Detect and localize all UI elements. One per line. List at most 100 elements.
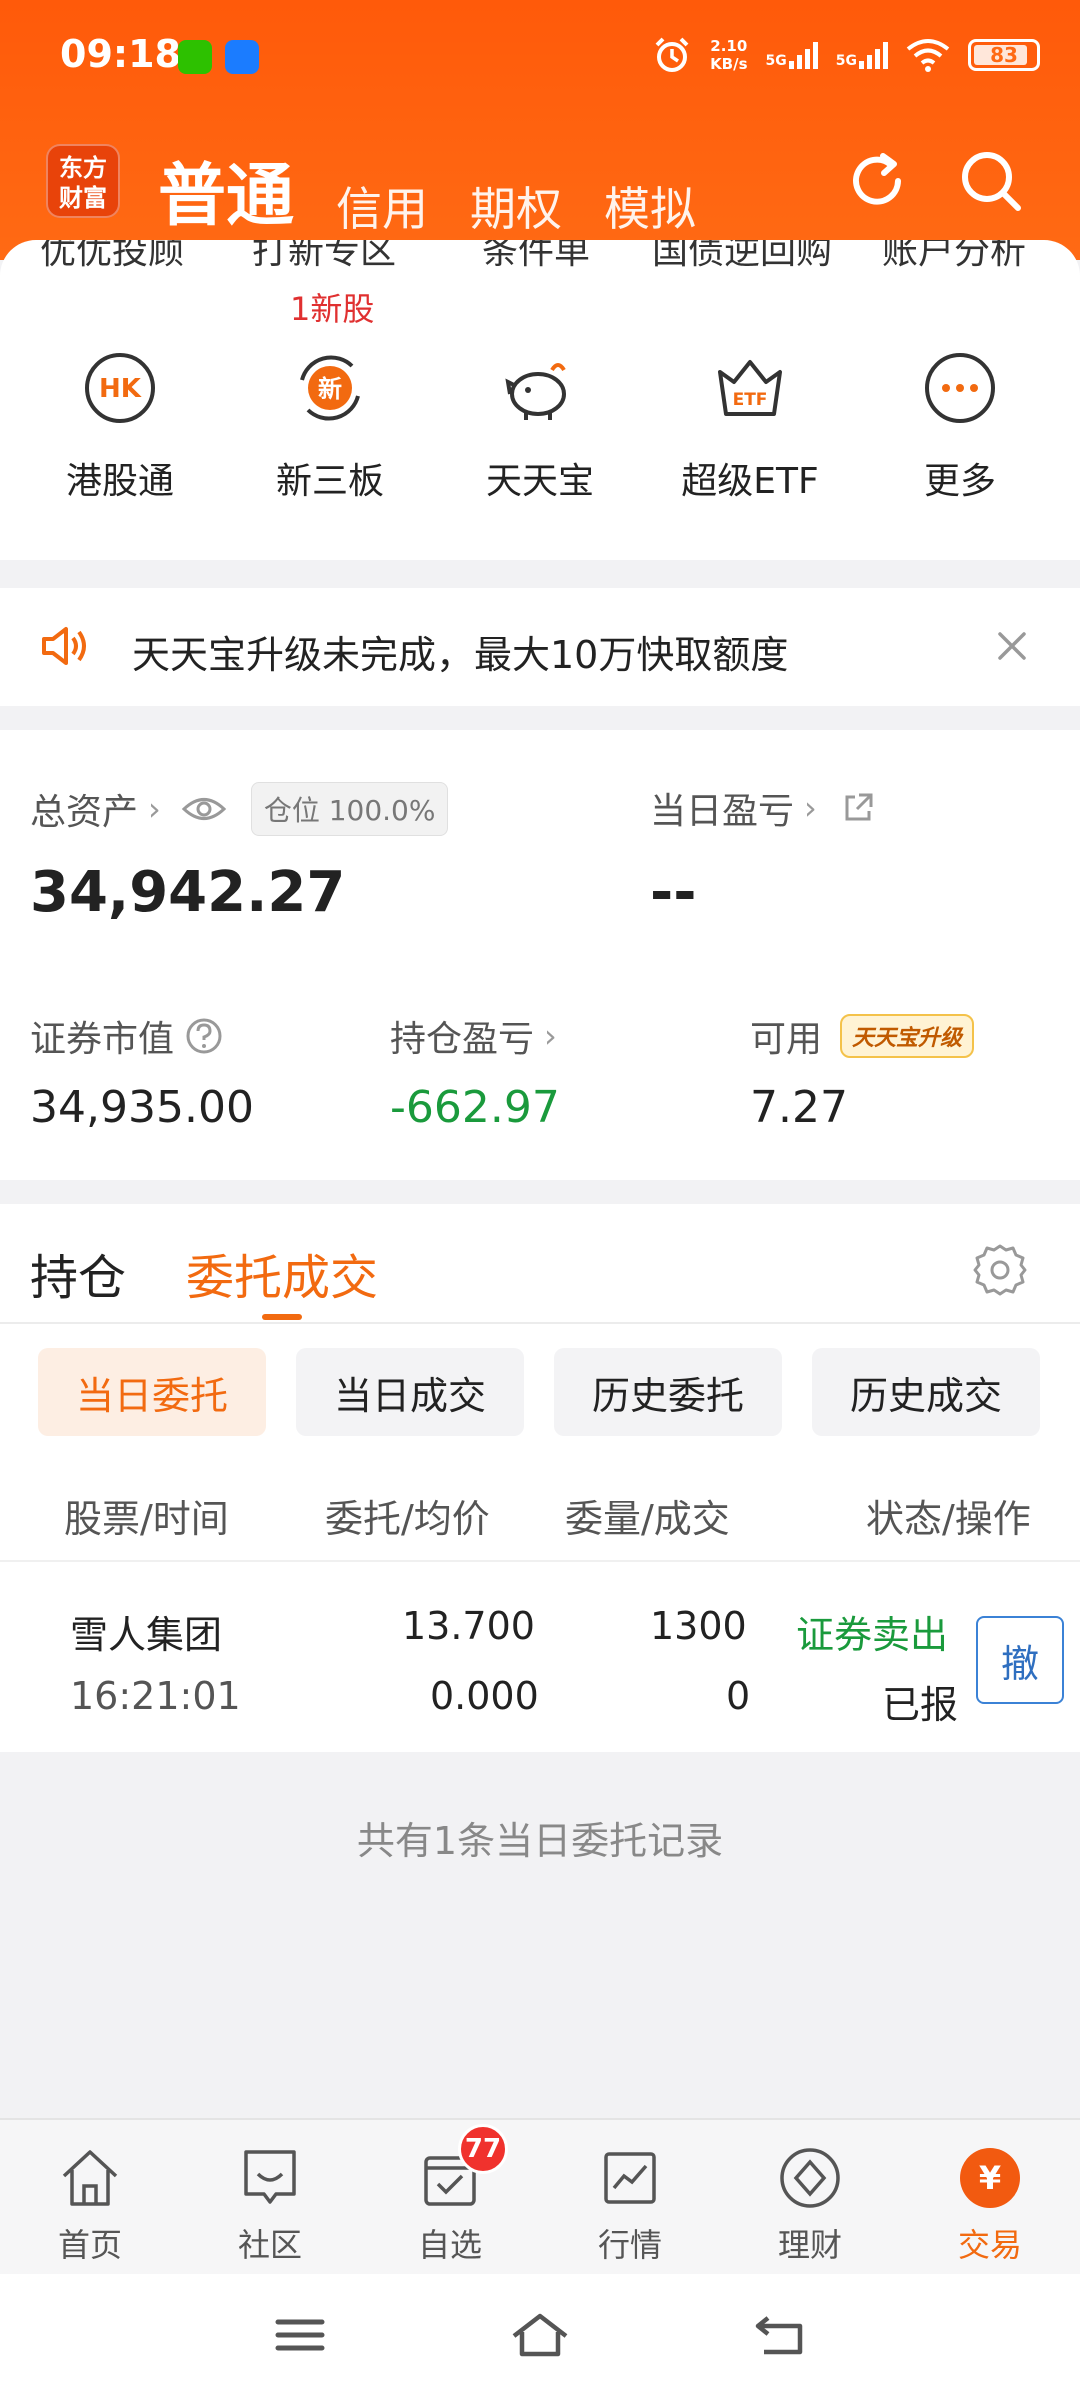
status-bar: 09:18 2.10 KB/s 5G 5G 83 (0, 0, 1080, 110)
refresh-icon[interactable] (842, 146, 912, 216)
new-stock-tag: 1新股 (290, 290, 375, 328)
new-board-icon-text: 新 (318, 375, 342, 403)
tab-positions[interactable]: 持仓 (30, 1238, 126, 1308)
order-status: 已报 (882, 1683, 959, 1727)
signal-5g-2: 5G (836, 41, 888, 69)
quick-item-ipo-zone[interactable]: 打新专区 (252, 240, 396, 274)
chevron-right-icon: › (804, 789, 817, 827)
shortcut-super-etf[interactable]: ETF 超级ETF (645, 350, 855, 504)
bottom-tab-market[interactable]: 行情 (540, 2120, 720, 2274)
subtab-history-orders[interactable]: 历史委托 (554, 1348, 782, 1436)
tiantianbao-upgrade-badge[interactable]: 天天宝升级 (840, 1014, 975, 1058)
shortcut-hk-connect[interactable]: HK 港股通 (15, 350, 225, 504)
order-quantity: 1300 (650, 1604, 747, 1648)
tab-orders-trades[interactable]: 委托成交 (186, 1238, 378, 1308)
status-time: 09:18 (60, 32, 181, 76)
bottom-tab-wealth[interactable]: 理财 (720, 2120, 900, 2274)
back-icon[interactable] (750, 2310, 810, 2360)
subtab-history-trades[interactable]: 历史成交 (812, 1348, 1040, 1436)
daily-pnl-label: 当日盈亏 (650, 791, 795, 832)
position-ratio-badge: 仓位 100.0% (250, 782, 449, 836)
shortcut-new-third-board[interactable]: 新 新三板 (225, 350, 435, 504)
help-icon[interactable] (184, 1016, 224, 1056)
orders-summary-text: 共有1条当日委托记录 (356, 1819, 724, 1863)
order-subtabs: 当日委托 当日成交 历史委托 历史成交 (38, 1348, 1040, 1436)
bottom-tab-home[interactable]: 首页 (0, 2120, 180, 2274)
tab-normal[interactable]: 普通 (158, 140, 294, 239)
daily-pnl-label-row[interactable]: 当日盈亏 › (650, 782, 875, 834)
signal-5g-1: 5G (766, 41, 818, 69)
hk-icon-text: HK (99, 374, 142, 404)
logo-text-line2: 财富 (59, 184, 107, 212)
available-label: 可用 (750, 1019, 823, 1060)
bottom-tab-watchlist[interactable]: 77 自选 (360, 2120, 540, 2274)
quick-item-reverse-repo[interactable]: 国债逆回购 (652, 240, 832, 274)
available-cash-stat: 可用 天天宝升级 7.27 (750, 1010, 975, 1133)
subtab-today-trades[interactable]: 当日成交 (296, 1348, 524, 1436)
quick-item-advisor[interactable]: 优优投顾 (40, 240, 184, 274)
holding-pnl-value: -662.97 (390, 1082, 560, 1133)
upgrade-notice-banner[interactable]: 天天宝升级未完成，最大10万快取额度 (0, 588, 1080, 706)
column-header-stock-time: 股票/时间 (64, 1497, 229, 1541)
new-board-icon: 新 (300, 355, 360, 421)
logo-text-line1: 东方 (59, 154, 107, 182)
market-value-stat: 证券市值 34,935.00 (30, 1010, 254, 1133)
column-header-quantity: 委量/成交 (565, 1497, 730, 1541)
trade-icon: ¥ (960, 2148, 1020, 2208)
tab-options[interactable]: 期权 (470, 173, 562, 239)
bottom-tab-label: 行情 (597, 2226, 662, 2264)
eye-icon[interactable] (181, 794, 227, 824)
position-order-tabs: 持仓 委托成交 (0, 1204, 1080, 1324)
alarm-icon (655, 37, 689, 72)
holding-pnl-stat[interactable]: 持仓盈亏 › -662.97 (390, 1010, 560, 1133)
tab-credit[interactable]: 信用 (336, 173, 428, 239)
market-value-label: 证券市值 (30, 1019, 175, 1060)
search-icon[interactable] (956, 146, 1026, 216)
notice-text: 天天宝升级未完成，最大10万快取额度 (132, 633, 789, 677)
watchlist-count-badge: 77 (458, 2124, 508, 2174)
close-icon[interactable] (992, 626, 1032, 666)
tab-simulation[interactable]: 模拟 (604, 173, 696, 239)
bottom-tab-label: 理财 (777, 2226, 842, 2264)
quick-item-conditional-order[interactable]: 条件单 (482, 240, 590, 274)
quick-item-account-analysis[interactable]: 账户分析 (882, 240, 1026, 274)
account-type-nav: 东方 财富 普通 信用 期权 模拟 (0, 120, 1080, 236)
shortcut-label: 新三板 (275, 461, 384, 502)
cancel-order-button[interactable]: 撤 (976, 1616, 1064, 1704)
gear-icon[interactable] (970, 1240, 1030, 1300)
share-external-icon[interactable] (841, 791, 875, 825)
more-icon (925, 353, 995, 423)
shortcut-tiantianbao[interactable]: 天天宝 (435, 350, 645, 504)
menu-icon[interactable] (270, 2310, 330, 2360)
bottom-tab-label: 自选 (417, 2226, 482, 2264)
subtab-today-orders[interactable]: 当日委托 (38, 1348, 266, 1436)
order-price: 13.700 (402, 1604, 535, 1648)
table-row[interactable]: 雪人集团 16:21:01 13.700 0.000 1300 0 证券卖出 已… (0, 1564, 1080, 1750)
network-speed: 2.10 KB/s (710, 37, 747, 73)
bottom-tab-label: 首页 (57, 2226, 122, 2264)
shortcut-more[interactable]: 更多 (855, 350, 1065, 504)
shortcut-label: 更多 (923, 461, 996, 502)
market-value: 34,935.00 (30, 1082, 254, 1133)
signal-bars-icon (859, 41, 888, 69)
bottom-tab-trade[interactable]: ¥ 交易 (900, 2120, 1080, 2274)
market-chart-icon (604, 2152, 656, 2204)
etf-crown-icon: ETF (718, 360, 782, 416)
bottom-tab-label: 交易 (957, 2226, 1022, 2264)
column-header-status: 状态/操作 (866, 1497, 1031, 1541)
signal-label-1: 5G (765, 53, 787, 69)
orders-table-header: 股票/时间 委托/均价 委量/成交 状态/操作 (0, 1466, 1080, 1562)
available-value: 7.27 (750, 1082, 848, 1133)
home-icon (62, 2150, 118, 2206)
holding-pnl-label: 持仓盈亏 (390, 1019, 535, 1060)
trade-icon-text: ¥ (979, 2159, 1001, 2197)
total-assets-label-row[interactable]: 总资产 › 仓位 100.0% (30, 782, 449, 836)
app-logo[interactable]: 东方 财富 (46, 144, 120, 218)
community-icon (244, 2150, 296, 2204)
home-button-icon[interactable] (510, 2310, 570, 2360)
signal-label-2: 5G (835, 53, 857, 69)
battery-level: 83 (990, 43, 1018, 67)
bottom-tab-community[interactable]: 社区 (180, 2120, 360, 2274)
order-time: 16:21:01 (70, 1674, 241, 1718)
chevron-right-icon: › (148, 790, 161, 828)
